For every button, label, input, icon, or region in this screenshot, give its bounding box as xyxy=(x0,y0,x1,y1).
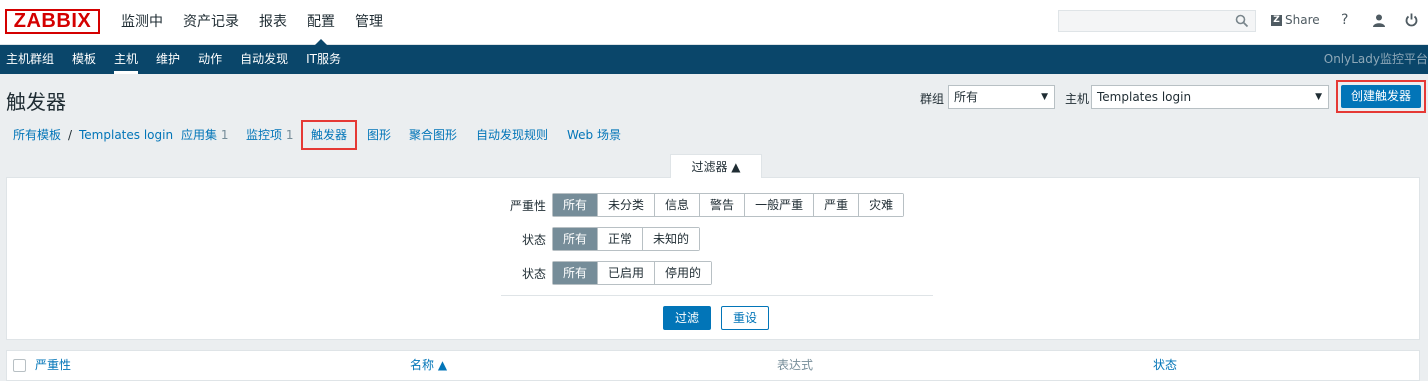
sub-menu-maintenance[interactable]: 维护 xyxy=(147,45,189,74)
sub-menu: 主机群组 模板 主机 维护 动作 自动发现 IT服务 OnlyLady监控平台 xyxy=(0,45,1428,74)
sub-menu-discovery[interactable]: 自动发现 xyxy=(231,45,297,74)
main-menu-configuration[interactable]: 配置 xyxy=(297,0,345,45)
sub-menu-it-services[interactable]: IT服务 xyxy=(297,45,350,74)
filter-severity-label: 严重性 xyxy=(509,198,546,213)
host-select[interactable]: Templates login ▼ xyxy=(1091,85,1329,109)
tab-web-scenarios[interactable]: Web 场景 xyxy=(567,120,621,150)
tab-items[interactable]: 监控项 1 xyxy=(246,120,293,150)
chevron-down-icon: ▼ xyxy=(1315,92,1322,102)
page-title: 触发器 xyxy=(6,90,66,114)
status-option-enabled[interactable]: 已启用 xyxy=(597,262,655,284)
page-header: 触发器 群组 所有 ▼ 主机 Templates login ▼ 创建触发器 xyxy=(0,74,1428,120)
tab-triggers[interactable]: 触发器 xyxy=(301,120,358,150)
state-segmented-control: 所有 正常 未知的 xyxy=(552,227,701,251)
tab-graphs[interactable]: 图形 xyxy=(367,120,391,150)
zabbix-share-icon: Z xyxy=(1271,14,1282,26)
breadcrumb-template-name[interactable]: Templates login xyxy=(79,120,173,150)
create-trigger-highlight: 创建触发器 xyxy=(1336,80,1426,113)
state-option-unknown[interactable]: 未知的 xyxy=(642,228,700,250)
search-input[interactable] xyxy=(1058,10,1256,32)
top-bar: ZABBIX 监测中 资产记录 报表 配置 管理 Z Share ? xyxy=(0,0,1428,45)
severity-option-high[interactable]: 严重 xyxy=(813,194,859,216)
filter-status-label: 状态 xyxy=(521,266,546,281)
group-label: 群组 xyxy=(920,92,945,106)
share-button[interactable]: Z Share xyxy=(1271,13,1320,27)
host-select-value: Templates login xyxy=(1097,90,1192,104)
state-option-all[interactable]: 所有 xyxy=(553,228,598,250)
column-header-status[interactable]: 状态 xyxy=(1153,351,1177,380)
main-menu-inventory[interactable]: 资产记录 xyxy=(173,0,249,44)
reset-filter-button[interactable]: 重设 xyxy=(721,306,769,330)
tab-applications[interactable]: 应用集 1 xyxy=(181,120,228,150)
breadcrumb: 所有模板 / Templates login 应用集 1 监控项 1 触发器 图… xyxy=(0,120,1428,152)
sub-menu-host-groups[interactable]: 主机群组 xyxy=(0,45,63,74)
filter-panel: 严重性 所有 未分类 信息 警告 一般严重 严重 灾难 状态 所有 正常 未知的… xyxy=(6,177,1420,340)
triggers-table: 严重性 名称 ▲ 表达式 状态 xyxy=(6,350,1420,381)
severity-option-information[interactable]: 信息 xyxy=(654,194,700,216)
severity-option-all[interactable]: 所有 xyxy=(553,194,598,216)
filter-divider xyxy=(501,295,933,296)
severity-option-warning[interactable]: 警告 xyxy=(699,194,745,216)
tab-screens[interactable]: 聚合图形 xyxy=(409,120,457,150)
column-header-expression: 表达式 xyxy=(777,358,814,372)
chevron-down-icon: ▼ xyxy=(1041,92,1048,102)
main-menu-monitoring[interactable]: 监测中 xyxy=(111,0,173,44)
state-option-normal[interactable]: 正常 xyxy=(597,228,643,250)
severity-option-disaster[interactable]: 灾难 xyxy=(858,194,904,216)
filter-status-row: 状态 所有 已启用 停用的 xyxy=(501,261,713,285)
sub-menu-hosts[interactable]: 主机 xyxy=(105,45,147,74)
group-select-value: 所有 xyxy=(954,90,979,104)
apply-filter-button[interactable]: 过滤 xyxy=(663,306,711,330)
status-option-disabled[interactable]: 停用的 xyxy=(654,262,712,284)
breadcrumb-separator: / xyxy=(68,128,73,142)
sign-out-icon[interactable] xyxy=(1405,13,1418,30)
create-trigger-button[interactable]: 创建触发器 xyxy=(1341,85,1421,108)
select-all-checkbox[interactable] xyxy=(13,359,26,372)
user-profile-icon[interactable] xyxy=(1373,14,1385,30)
host-label: 主机 xyxy=(1065,92,1090,106)
help-icon[interactable]: ? xyxy=(1341,12,1348,28)
sub-menu-actions[interactable]: 动作 xyxy=(189,45,231,74)
group-select[interactable]: 所有 ▼ xyxy=(948,85,1055,109)
column-header-severity[interactable]: 严重性 xyxy=(35,351,71,380)
share-label: Share xyxy=(1285,13,1320,27)
filter-severity-row: 严重性 所有 未分类 信息 警告 一般严重 严重 灾难 xyxy=(501,193,905,217)
severity-segmented-control: 所有 未分类 信息 警告 一般严重 严重 灾难 xyxy=(552,193,905,217)
severity-option-not-classified[interactable]: 未分类 xyxy=(597,194,655,216)
tab-discovery-rules[interactable]: 自动发现规则 xyxy=(476,120,548,150)
filter-state-row: 状态 所有 正常 未知的 xyxy=(501,227,701,251)
server-name-label: OnlyLady监控平台 xyxy=(1323,52,1428,66)
main-menu-reports[interactable]: 报表 xyxy=(249,0,297,44)
status-segmented-control: 所有 已启用 停用的 xyxy=(552,261,713,285)
zabbix-logo[interactable]: ZABBIX xyxy=(5,9,100,34)
search-icon[interactable] xyxy=(1235,14,1249,31)
filter-state-label: 状态 xyxy=(521,232,546,247)
status-option-all[interactable]: 所有 xyxy=(553,262,598,284)
sub-menu-templates[interactable]: 模板 xyxy=(63,45,105,74)
main-menu: 监测中 资产记录 报表 配置 管理 xyxy=(111,0,393,45)
filter-toggle-tab[interactable]: 过滤器 ▲ xyxy=(670,154,762,178)
breadcrumb-all-templates[interactable]: 所有模板 xyxy=(13,120,61,150)
severity-option-average[interactable]: 一般严重 xyxy=(744,194,814,216)
column-header-name[interactable]: 名称 ▲ xyxy=(410,351,447,380)
main-menu-administration[interactable]: 管理 xyxy=(345,0,393,44)
